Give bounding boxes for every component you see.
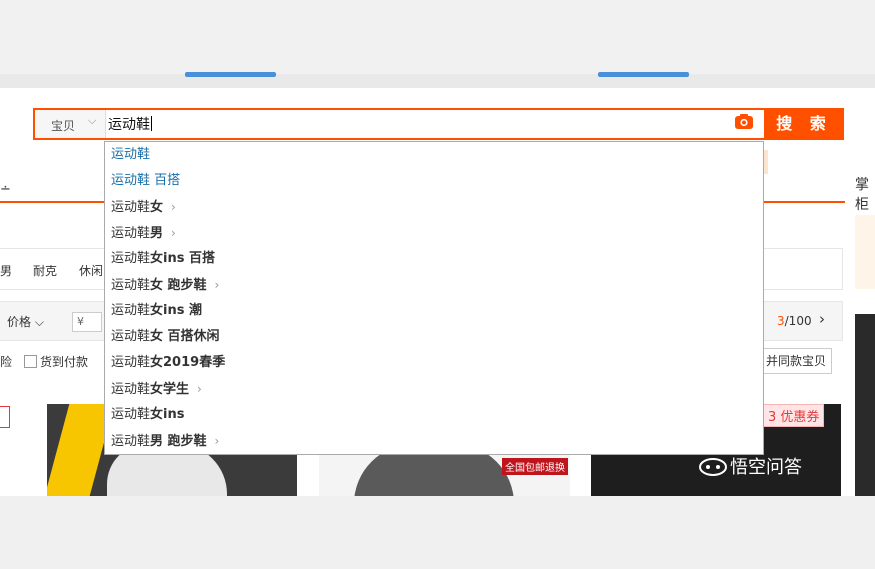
suggestion-extra: 女ins: [150, 407, 185, 422]
suggestion-base: 运动鞋: [111, 251, 151, 266]
suggestion-item[interactable]: 运动鞋男 跑步鞋 ›: [111, 428, 219, 454]
suggestion-extra: 女学生: [150, 382, 190, 397]
suggestion-base: 运动鞋: [111, 303, 151, 318]
suggestion-extra: 女 跑步鞋: [150, 278, 207, 293]
suggestion-extra: 女ins 潮: [150, 303, 202, 318]
watermark-logo-icon: [699, 458, 727, 476]
suggestion-extra: 男: [150, 226, 164, 241]
right-panel-banner: [855, 215, 875, 289]
suggestion-base: 运动鞋: [111, 434, 151, 449]
chevron-right-icon[interactable]: ›: [819, 310, 825, 328]
chevron-right-icon[interactable]: ›: [171, 200, 176, 214]
suggestion-base: 运动鞋: [111, 278, 151, 293]
page-current: 3: [777, 314, 785, 328]
suggestion-base: 运动鞋: [111, 226, 151, 241]
price-sort[interactable]: 价格 ⌵: [7, 313, 44, 330]
chevron-right-icon[interactable]: ›: [171, 226, 176, 240]
free-shipping-badge: 全国包邮退换: [502, 458, 568, 475]
search-category-label: 宝贝: [51, 119, 76, 133]
search-category-select[interactable]: 宝贝 ⌵: [35, 110, 106, 138]
cod-checkbox[interactable]: [24, 355, 37, 368]
suggestion-base: 运动鞋: [111, 329, 151, 344]
search-suggestion-dropdown: 运动鞋 运动鞋 百搭 运动鞋女 › 运动鞋男 › 运动鞋女ins 百搭 运动鞋女 跑…: [104, 141, 764, 455]
blue-tab-indicator[interactable]: [598, 72, 689, 77]
suggestion-item[interactable]: 运动鞋: [111, 142, 150, 168]
search-box: 宝贝 ⌵ 运动鞋: [33, 108, 764, 140]
suggestion-item[interactable]: 运动鞋女ins 潮: [111, 298, 202, 324]
suggestion-item[interactable]: 运动鞋女学生 ›: [111, 376, 202, 402]
suggestion-item[interactable]: 运动鞋女 百搭休闲: [111, 324, 220, 350]
search-shadow: [764, 150, 768, 174]
suggestion-item[interactable]: 运动鞋女2019春季: [111, 350, 225, 376]
suggestion-item[interactable]: 运动鞋 百搭: [111, 168, 180, 194]
browser-top-strip: [0, 0, 875, 88]
brand-item[interactable]: 男: [0, 262, 12, 279]
suggestion-item[interactable]: 运动鞋女ins: [111, 402, 184, 428]
suggestion-base: 运动鞋: [111, 407, 151, 422]
right-panel-title: 掌柜: [855, 177, 869, 213]
suggestion-item[interactable]: 运动鞋女 ›: [111, 194, 176, 220]
page-bottom-bg: [0, 496, 875, 569]
coupon-badge: 3 优惠券: [763, 404, 825, 427]
chevron-down-icon: ⌵: [34, 315, 44, 329]
brand-item[interactable]: 休闲: [79, 262, 103, 279]
suggestion-item[interactable]: 运动鞋女ins 百搭: [111, 246, 215, 272]
left-tag-edge: [0, 406, 10, 428]
tab-edge[interactable]: ∸: [0, 182, 11, 197]
blue-tab-indicator[interactable]: [185, 72, 276, 77]
chevron-right-icon[interactable]: ›: [197, 382, 202, 396]
suggestion-item[interactable]: 运动鞋男 ›: [111, 220, 176, 246]
suggestion-base: 运动鞋: [111, 200, 151, 215]
suggestion-extra: 女 百搭休闲: [150, 329, 220, 344]
merge-same-items-button[interactable]: 并同款宝贝: [760, 348, 832, 374]
suggestion-extra: 女: [150, 200, 164, 215]
brand-item[interactable]: 耐克: [33, 262, 57, 279]
service-cod[interactable]: 货到付款: [40, 353, 88, 370]
top-strip-divider: [0, 74, 875, 88]
suggestion-base: 运动鞋: [111, 355, 151, 370]
suggestion-extra: 女2019春季: [150, 355, 226, 370]
chevron-right-icon[interactable]: ›: [215, 278, 220, 292]
suggestion-item[interactable]: 运动鞋女 跑步鞋 ›: [111, 272, 219, 298]
suggestion-base: 运动鞋: [111, 382, 151, 397]
suggestion-text: 运动鞋: [111, 147, 151, 162]
right-panel-image[interactable]: [855, 314, 875, 496]
suggestion-extra: 女ins 百搭: [150, 251, 215, 266]
search-input[interactable]: 运动鞋: [108, 114, 152, 134]
watermark-text: 悟空问答: [730, 457, 802, 478]
watermark: 悟空问答: [698, 453, 802, 479]
price-sort-label: 价格: [7, 315, 32, 329]
chevron-right-icon[interactable]: ›: [215, 434, 220, 448]
camera-icon[interactable]: [735, 114, 753, 129]
search-button[interactable]: 搜 索: [764, 108, 844, 140]
price-min-input[interactable]: ¥: [72, 312, 102, 332]
search-query: 运动鞋: [108, 117, 150, 133]
text-caret: [151, 116, 152, 131]
service-insurance[interactable]: 险: [0, 353, 12, 370]
page-total: /100: [784, 314, 812, 328]
pager: 3/100: [777, 314, 812, 328]
search-results-page: 宝贝 ⌵ 运动鞋 搜 索 ∸ 掌柜 男 耐克 休闲 价格 ⌵ ¥ 3/100 ›…: [0, 88, 875, 496]
suggestion-extra: 男 跑步鞋: [150, 434, 207, 449]
chevron-down-icon: ⌵: [88, 114, 97, 127]
suggestion-text: 运动鞋 百搭: [111, 173, 181, 188]
